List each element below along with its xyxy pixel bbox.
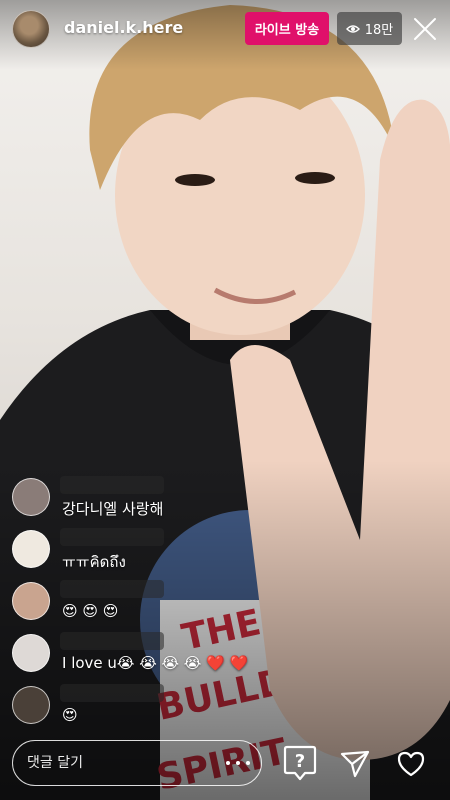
comment-text: 강다니엘 사랑해 xyxy=(62,500,164,518)
comment-item: I love u😭 😭 😭 😭 ❤️ ❤️ xyxy=(0,626,300,674)
comment-item: 😍 😍 😍 xyxy=(0,574,300,622)
live-badge: 라이브 방송 xyxy=(245,12,329,45)
comment-item: 강다니엘 사랑해 xyxy=(0,470,300,518)
commenter-avatar[interactable] xyxy=(12,582,50,620)
comment-text: 😍 😍 😍 xyxy=(62,602,119,620)
more-dots-icon[interactable] xyxy=(226,755,250,771)
commenter-avatar[interactable] xyxy=(12,530,50,568)
commenter-avatar[interactable] xyxy=(12,686,50,724)
broadcaster-avatar[interactable] xyxy=(12,10,50,48)
commenter-name-redacted xyxy=(60,476,164,494)
commenter-avatar[interactable] xyxy=(12,478,50,516)
close-icon xyxy=(414,18,436,40)
commenter-name-redacted xyxy=(60,580,164,598)
question-icon[interactable]: ? xyxy=(283,745,317,781)
comment-text: 😍 xyxy=(62,706,78,724)
svg-text:?: ? xyxy=(295,751,305,772)
heart-icon[interactable] xyxy=(396,749,426,779)
comment-text: ㅠㅠคิดถึง xyxy=(62,553,126,571)
comment-item: ㅠㅠคิดถึง xyxy=(0,522,300,571)
broadcaster-username[interactable]: daniel.k.here xyxy=(64,18,183,37)
send-icon[interactable] xyxy=(340,749,370,779)
live-header: daniel.k.here 라이브 방송 18만 xyxy=(0,0,450,58)
commenter-name-redacted xyxy=(60,684,164,702)
comment-input[interactable] xyxy=(12,740,262,786)
comment-text: I love u😭 😭 😭 😭 ❤️ ❤️ xyxy=(62,654,249,672)
commenter-name-redacted xyxy=(60,528,164,546)
viewer-count-badge[interactable]: 18만 xyxy=(337,12,402,45)
comment-item: 😍 xyxy=(0,678,300,726)
close-button[interactable] xyxy=(410,14,440,44)
commenter-name-redacted xyxy=(60,632,164,650)
eye-icon xyxy=(345,24,360,33)
commenter-avatar[interactable] xyxy=(12,634,50,672)
viewer-count: 18만 xyxy=(364,23,394,38)
